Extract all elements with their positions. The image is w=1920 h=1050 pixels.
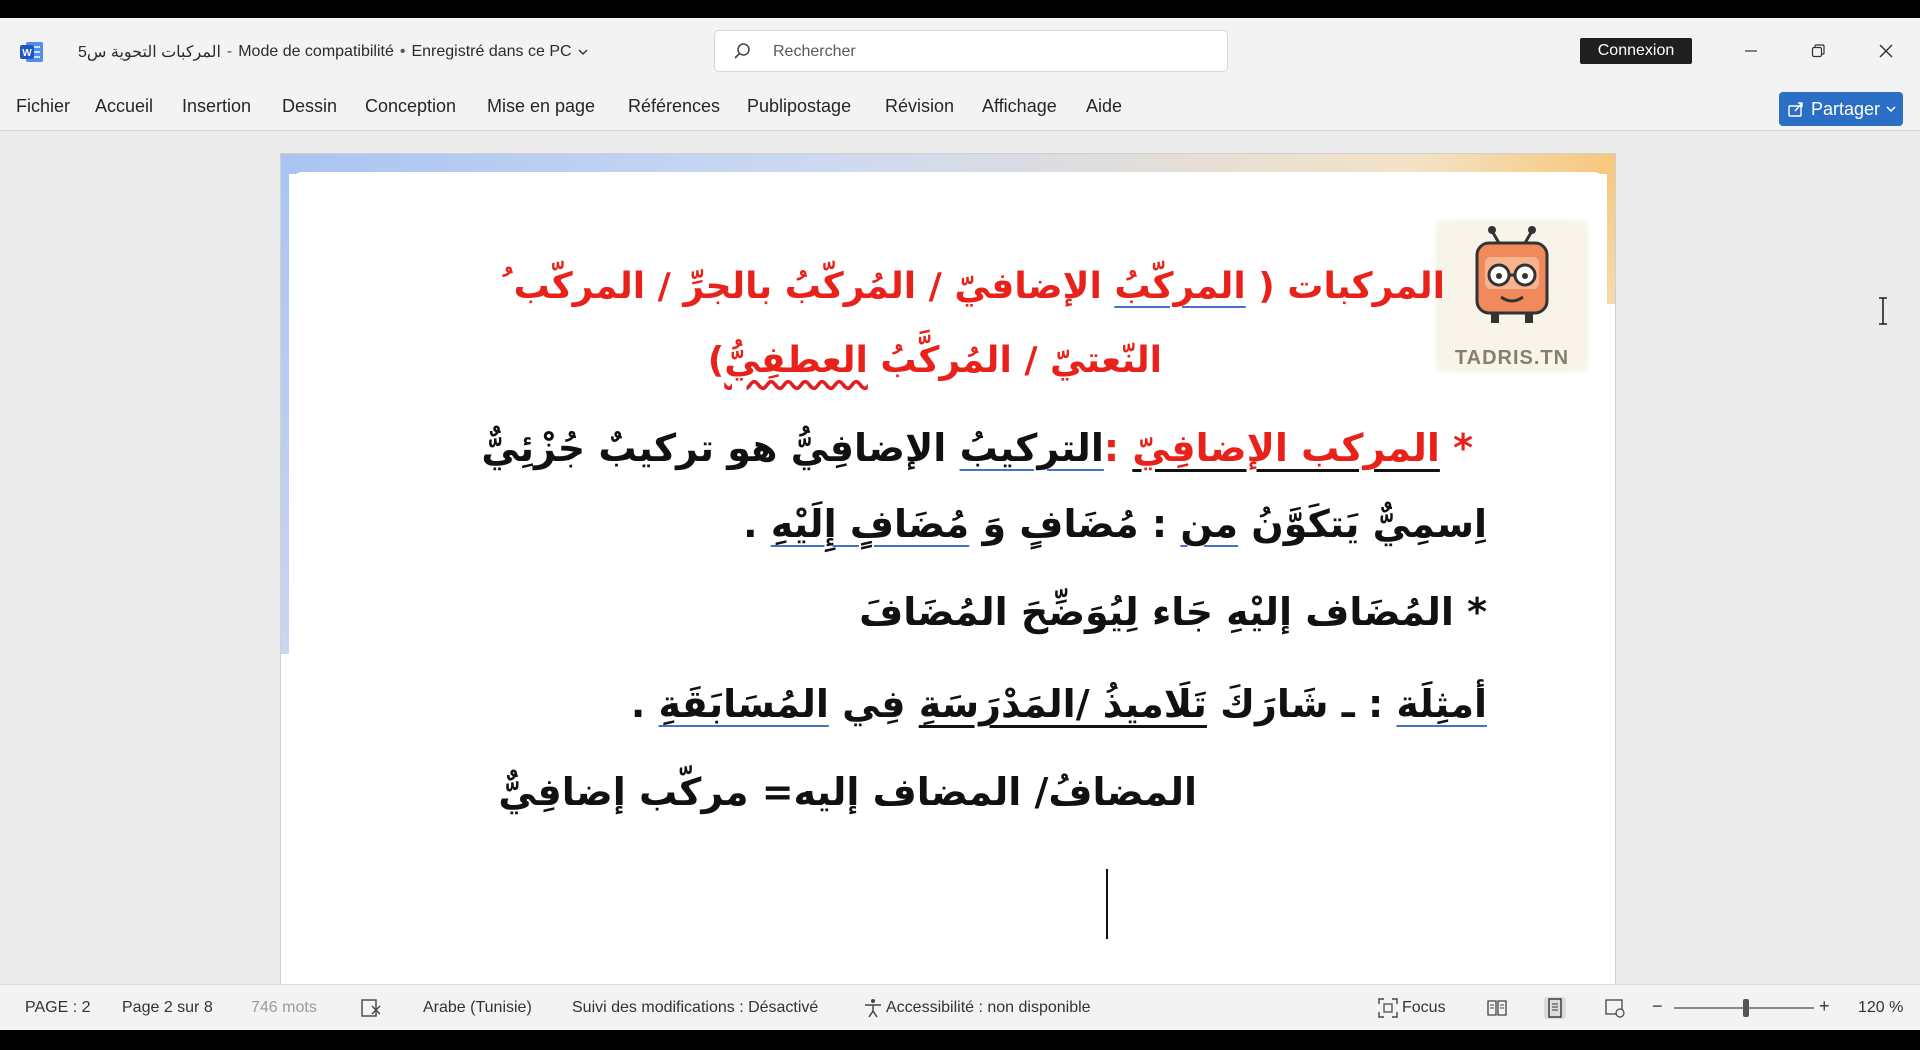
def-star: * <box>1439 426 1473 470</box>
text-cursor-icon <box>1106 869 1108 939</box>
page-number[interactable]: PAGE : 2 <box>25 999 91 1017</box>
document-title[interactable]: المركبات التحوية س5 - Mode de compatibil… <box>78 42 588 62</box>
example-label: أمثِلَة <box>1396 682 1487 726</box>
title-dash: - <box>226 43 233 60</box>
accessibility-status[interactable]: Accessibilité : non disponible <box>886 999 1091 1017</box>
tab-fichier[interactable]: Fichier <box>16 96 70 117</box>
definition-line-1[interactable]: * المركب الإضافِيّ :التركيبُ الإضافِيُّ … <box>481 426 1473 470</box>
save-status: Enregistré dans ce PC <box>411 43 572 60</box>
svg-text:W: W <box>22 48 32 59</box>
close-button[interactable] <box>1868 36 1904 66</box>
share-button[interactable]: Partager <box>1779 92 1903 126</box>
example-c: تَلَاميذُ /المَدْرَسَةِ <box>918 682 1207 726</box>
word-logo-icon[interactable]: W <box>20 41 44 63</box>
tadris-logo: TADRIS.TN <box>1437 221 1587 371</box>
restore-button[interactable] <box>1800 36 1836 66</box>
close-icon <box>1879 44 1893 58</box>
tab-aide[interactable]: Aide <box>1086 96 1122 117</box>
heading-2c: ) <box>707 340 725 381</box>
tab-insertion[interactable]: Insertion <box>182 96 251 117</box>
example-line[interactable]: أمثِلَة : ـ شَارَكَ تَلَاميذُ /المَدْرَس… <box>631 682 1487 726</box>
track-changes-status[interactable]: Suivi des modifications : Désactivé <box>572 999 818 1017</box>
share-icon <box>1788 102 1803 117</box>
example-f: . <box>630 682 659 726</box>
chevron-down-icon[interactable] <box>578 47 588 57</box>
definition-line-2[interactable]: اِسمِيٌّ يَتكَوَّنُ من : مُضَافٍ وَ مُضَ… <box>743 502 1487 546</box>
tv-mascot-icon <box>1475 226 1549 323</box>
word-window: W المركبات التحوية س5 - Mode de compatib… <box>0 18 1920 1030</box>
accessibility-icon[interactable] <box>862 997 884 1019</box>
title-bullet: • <box>399 43 406 60</box>
document-canvas[interactable]: TADRIS.TN المركبات ( المركّبُ الإضافيّ /… <box>0 131 1920 984</box>
search-input[interactable] <box>771 39 1215 65</box>
tab-revision[interactable]: Révision <box>885 96 954 117</box>
def-text-a: التركيبُ <box>959 426 1104 470</box>
title-bar: W المركبات التحوية س5 - Mode de compatib… <box>0 18 1920 86</box>
heading-1a: المركبات ( <box>1245 266 1445 307</box>
tab-dessin[interactable]: Dessin <box>282 96 337 117</box>
status-bar: PAGE : 2 Page 2 sur 8 746 mots Arabe (Tu… <box>0 984 1920 1030</box>
search-box[interactable] <box>714 30 1228 72</box>
example-d: فِي <box>828 682 919 726</box>
language[interactable]: Arabe (Tunisie) <box>423 999 532 1017</box>
zoom-out-button[interactable]: − <box>1652 996 1663 1017</box>
def2-c: : مُضَافٍ وَ <box>969 502 1181 546</box>
word-count[interactable]: 746 mots <box>251 999 317 1017</box>
tab-accueil[interactable]: Accueil <box>95 96 153 117</box>
heading-1b: المركّبُ <box>1114 266 1246 307</box>
def-term: المركب الإضافِيّ <box>1132 426 1440 470</box>
zoom-in-button[interactable]: + <box>1819 996 1830 1017</box>
proofing-icon[interactable] <box>360 997 382 1019</box>
def2-e: . <box>743 502 771 546</box>
zoom-level[interactable]: 120 % <box>1858 999 1903 1017</box>
minimize-button[interactable] <box>1733 36 1769 66</box>
summary-line[interactable]: المضافُ/ المضاف إليه= مركّب إضافِيٌّ <box>498 770 1197 814</box>
logo-text: TADRIS.TN <box>1454 347 1570 369</box>
restore-icon <box>1811 44 1825 58</box>
heading-2b: العطفِيُّ <box>724 340 868 381</box>
chevron-down-icon <box>1886 106 1896 113</box>
tab-mise-en-page[interactable]: Mise en page <box>487 96 595 117</box>
def-text-b: الإضافِيُّ هو تركيبٌ جُزْئِيٌّ <box>481 426 960 470</box>
tab-affichage[interactable]: Affichage <box>982 96 1057 117</box>
tab-publipostage[interactable]: Publipostage <box>747 96 851 117</box>
web-layout-icon[interactable] <box>1604 997 1626 1019</box>
heading-2a: النّعتيّ / المُركَّبُ <box>867 340 1162 381</box>
example-b: : ـ شَارَكَ <box>1206 682 1397 726</box>
ribbon-tabs: Fichier Accueil Insertion Dessin Concept… <box>0 86 1920 131</box>
search-icon <box>734 43 750 59</box>
def2-d: مُضَافٍ إِلَيْهِ <box>770 502 970 546</box>
page-count[interactable]: Page 2 sur 8 <box>122 999 213 1017</box>
explanation-line[interactable]: * المُضَاف إليْهِ جَاء لِيُوَضِّحَ المُض… <box>859 590 1487 634</box>
def2-a: اِسمِيٌّ يَتكَوَّنُ <box>1238 502 1487 546</box>
mouse-ibeam-icon <box>1879 297 1887 325</box>
share-label: Partager <box>1811 98 1881 119</box>
page-border-decoration-right <box>1607 154 1615 304</box>
focus-icon[interactable] <box>1377 997 1399 1019</box>
doc-name: المركبات التحوية س5 <box>78 44 221 61</box>
document-page[interactable]: TADRIS.TN المركبات ( المركّبُ الإضافيّ /… <box>280 153 1616 984</box>
def-colon: : <box>1103 426 1133 470</box>
compat-mode: Mode de compatibilité <box>238 43 394 60</box>
page-border-decoration-left <box>281 154 289 654</box>
read-mode-icon[interactable] <box>1486 997 1508 1019</box>
page-border-decoration <box>281 154 1615 174</box>
example-e: المُسَابَقَةِ <box>658 682 829 726</box>
tab-references[interactable]: Références <box>628 96 720 117</box>
zoom-slider-thumb[interactable] <box>1743 999 1749 1017</box>
minimize-icon <box>1745 50 1757 52</box>
signin-button[interactable]: Connexion <box>1580 38 1692 64</box>
print-layout-icon[interactable] <box>1544 997 1566 1019</box>
def2-b: من <box>1180 502 1239 546</box>
focus-label[interactable]: Focus <box>1402 999 1446 1017</box>
heading-line-2[interactable]: النّعتيّ / المُركَّبُ العطفِيُّ) <box>708 340 1162 381</box>
heading-line-1[interactable]: المركبات ( المركّبُ الإضافيّ / المُركّبُ… <box>501 266 1445 307</box>
tab-conception[interactable]: Conception <box>365 96 456 117</box>
heading-1c: الإضافيّ / المُركّبُ بالجرِّ / المركّب ُ <box>501 266 1115 307</box>
page-content[interactable]: TADRIS.TN المركبات ( المركّبُ الإضافيّ /… <box>289 172 1607 984</box>
